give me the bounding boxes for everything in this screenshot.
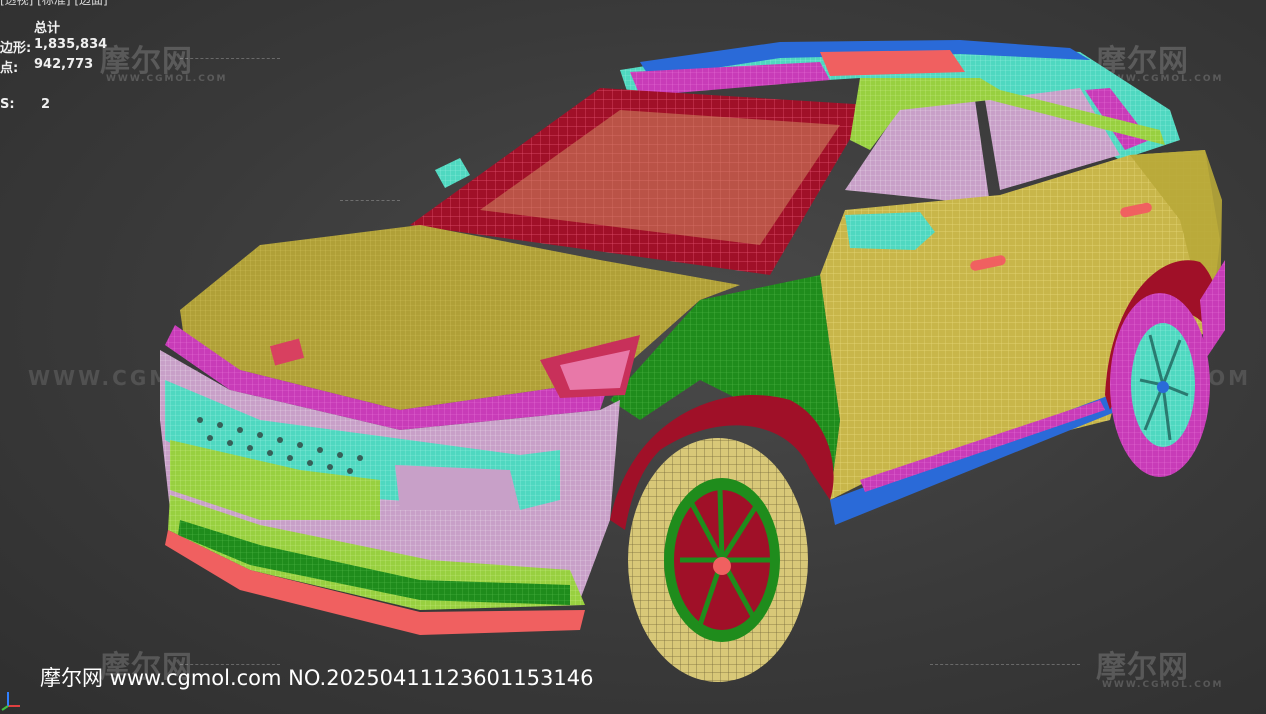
3d-viewport[interactable]: [透视] [标准] [边面] 总计 边形: 1,835,834 点: 942,7… bbox=[0, 0, 1266, 714]
footer-caption: 摩尔网 www.cgmol.com NO.2025041112360115314… bbox=[40, 666, 594, 690]
axis-gizmo-icon bbox=[1, 692, 20, 711]
car-wireframe-model[interactable] bbox=[0, 0, 1266, 714]
